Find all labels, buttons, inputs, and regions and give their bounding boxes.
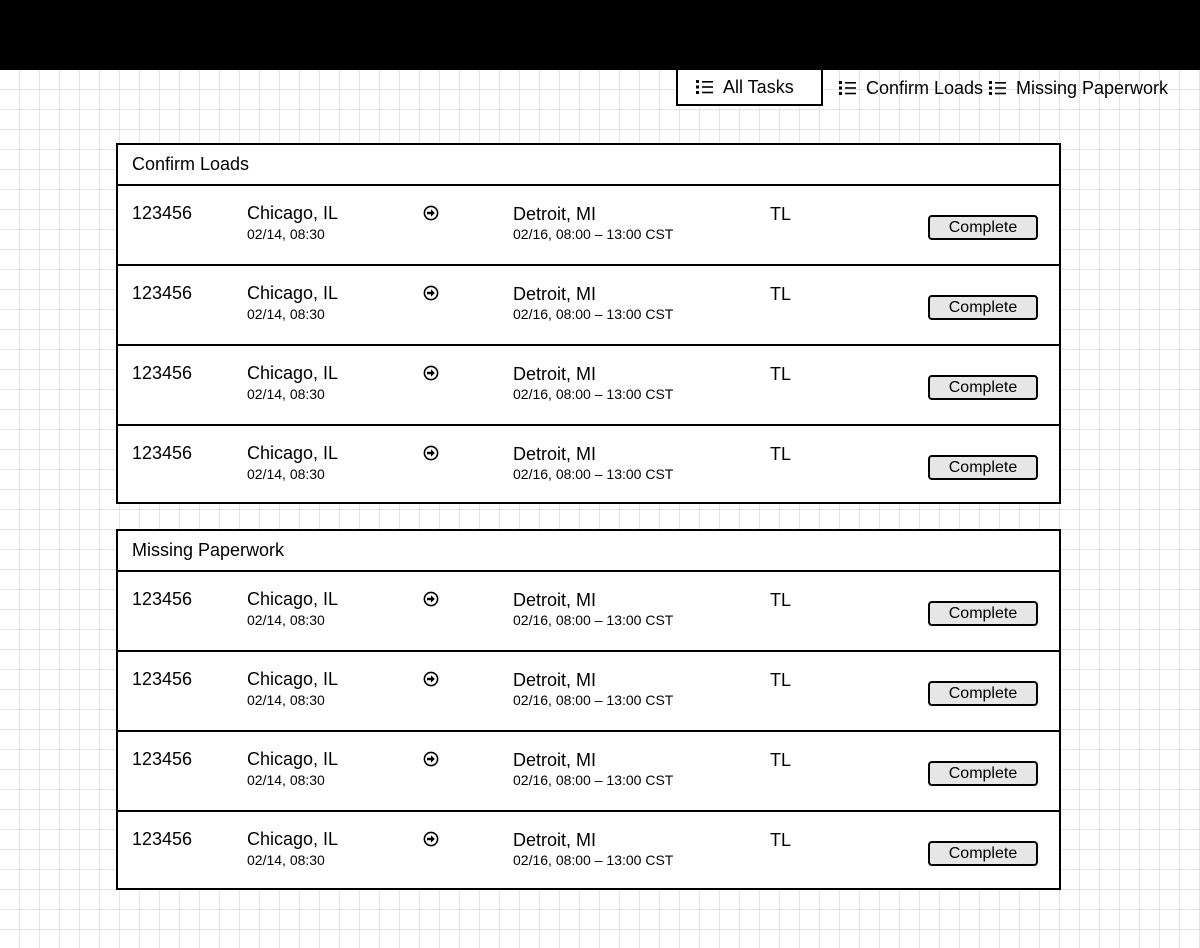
list-icon <box>696 80 713 94</box>
origin-time: 02/14, 08:30 <box>247 386 325 402</box>
arrow-right-circle-icon <box>423 285 439 301</box>
mode-label: TL <box>770 364 792 384</box>
arrow-right-circle-icon <box>423 671 439 687</box>
load-id: 123456 <box>132 589 193 609</box>
origin-time: 02/14, 08:30 <box>247 852 325 868</box>
destination-city: Detroit, MI <box>513 830 597 850</box>
origin-city: Chicago, IL <box>247 829 339 849</box>
missing-paperwork-panel: Missing Paperwork 123456 Chicago, IL 02/14,… <box>116 529 1061 890</box>
origin-city: Chicago, IL <box>247 363 339 383</box>
destination-city: Detroit, MI <box>513 444 597 464</box>
destination-city: Detroit, MI <box>513 590 597 610</box>
mode-label: TL <box>770 204 792 224</box>
complete-button[interactable]: Complete <box>928 601 1038 626</box>
mode-label: TL <box>770 444 792 464</box>
load-id: 123456 <box>132 283 193 303</box>
origin-time: 02/14, 08:30 <box>247 466 325 482</box>
arrow-right-circle-icon <box>423 445 439 461</box>
complete-button[interactable]: Complete <box>928 375 1038 400</box>
tab-confirm-loads[interactable]: Confirm Loads <box>823 70 985 106</box>
load-id: 123456 <box>132 669 193 689</box>
load-id: 123456 <box>132 363 193 383</box>
load-row: 123456 Chicago, IL 02/14, 08:30 Detroit, MI… <box>118 812 1059 889</box>
origin-time: 02/14, 08:30 <box>247 226 325 242</box>
complete-button[interactable]: Complete <box>928 761 1038 786</box>
destination-window: 02/16, 08:00 – 13:00 CST <box>513 772 674 788</box>
load-row: 123456 Chicago, IL 02/14, 08:30 Detroit, MI… <box>118 572 1059 652</box>
destination-window: 02/16, 08:00 – 13:00 CST <box>513 386 674 402</box>
complete-button[interactable]: Complete <box>928 455 1038 480</box>
destination-window: 02/16, 08:00 – 13:00 CST <box>513 692 674 708</box>
list-icon <box>989 81 1006 95</box>
origin-time: 02/14, 08:30 <box>247 692 325 708</box>
load-id: 123456 <box>132 443 193 463</box>
origin-city: Chicago, IL <box>247 283 339 303</box>
arrow-right-circle-icon <box>423 751 439 767</box>
confirm-loads-panel: Confirm Loads 123456 Chicago, IL 02/14, 08:… <box>116 143 1061 504</box>
load-row: 123456 Chicago, IL 02/14, 08:30 Detroit, MI… <box>118 732 1059 812</box>
mode-label: TL <box>770 830 792 850</box>
section-title: Missing Paperwork <box>118 531 1059 572</box>
destination-city: Detroit, MI <box>513 670 597 690</box>
origin-city: Chicago, IL <box>247 669 339 689</box>
destination-city: Detroit, MI <box>513 204 597 224</box>
top-bar <box>0 0 1200 70</box>
destination-window: 02/16, 08:00 – 13:00 CST <box>513 466 674 482</box>
tab-label: Missing Paperwork <box>1016 77 1169 98</box>
mode-label: TL <box>770 284 792 304</box>
load-row: 123456 Chicago, IL 02/14, 08:30 Detroit, MI… <box>118 346 1059 426</box>
tab-label: All Tasks <box>723 76 794 97</box>
load-row: 123456 Chicago, IL 02/14, 08:30 Detroit, MI… <box>118 186 1059 266</box>
tab-label: Confirm Loads <box>866 77 984 98</box>
origin-time: 02/14, 08:30 <box>247 772 325 788</box>
origin-time: 02/14, 08:30 <box>247 306 325 322</box>
arrow-right-circle-icon <box>423 831 439 847</box>
task-tabs: All Tasks Confirm Loads Missing Paperwor… <box>676 70 1168 106</box>
arrow-right-circle-icon <box>423 205 439 221</box>
load-row: 123456 Chicago, IL 02/14, 08:30 Detroit, MI… <box>118 426 1059 503</box>
tab-all-tasks[interactable]: All Tasks <box>676 70 823 106</box>
destination-city: Detroit, MI <box>513 284 597 304</box>
destination-window: 02/16, 08:00 – 13:00 CST <box>513 306 674 322</box>
load-row: 123456 Chicago, IL 02/14, 08:30 Detroit, MI… <box>118 266 1059 346</box>
complete-button[interactable]: Complete <box>928 681 1038 706</box>
complete-button[interactable]: Complete <box>928 215 1038 240</box>
origin-city: Chicago, IL <box>247 203 339 223</box>
list-icon <box>839 81 856 95</box>
origin-city: Chicago, IL <box>247 589 339 609</box>
load-id: 123456 <box>132 203 193 223</box>
origin-time: 02/14, 08:30 <box>247 612 325 628</box>
destination-city: Detroit, MI <box>513 364 597 384</box>
destination-window: 02/16, 08:00 – 13:00 CST <box>513 612 674 628</box>
destination-window: 02/16, 08:00 – 13:00 CST <box>513 852 674 868</box>
mode-label: TL <box>770 670 792 690</box>
mode-label: TL <box>770 750 792 770</box>
load-row: 123456 Chicago, IL 02/14, 08:30 Detroit, MI… <box>118 652 1059 732</box>
complete-button[interactable]: Complete <box>928 295 1038 320</box>
destination-city: Detroit, MI <box>513 750 597 770</box>
load-id: 123456 <box>132 829 193 849</box>
origin-city: Chicago, IL <box>247 443 339 463</box>
arrow-right-circle-icon <box>423 591 439 607</box>
arrow-right-circle-icon <box>423 365 439 381</box>
tab-missing-paperwork[interactable]: Missing Paperwork <box>985 70 1168 106</box>
destination-window: 02/16, 08:00 – 13:00 CST <box>513 226 674 242</box>
complete-button[interactable]: Complete <box>928 841 1038 866</box>
origin-city: Chicago, IL <box>247 749 339 769</box>
load-id: 123456 <box>132 749 193 769</box>
mode-label: TL <box>770 590 792 610</box>
section-title: Confirm Loads <box>118 145 1059 186</box>
